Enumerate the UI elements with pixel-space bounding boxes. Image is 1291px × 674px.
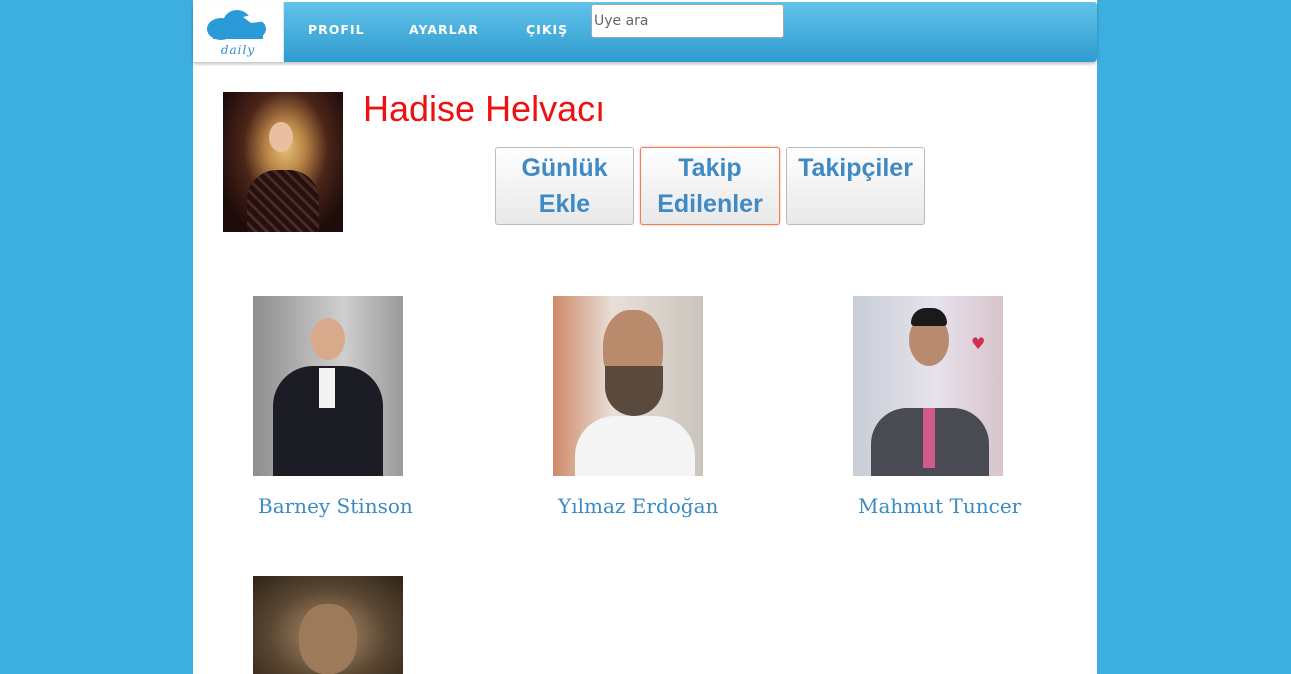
following-photo[interactable]	[553, 296, 703, 476]
logo[interactable]: daily	[193, 2, 284, 62]
following-name[interactable]: Yılmaz Erdoğan	[558, 494, 718, 518]
following-name[interactable]: Mahmut Tuncer	[858, 494, 1021, 518]
member-search-input[interactable]	[591, 4, 784, 38]
nav-logout-link[interactable]: ÇIKIŞ	[526, 22, 568, 37]
profile-name: Hadise Helvacı	[363, 88, 606, 129]
add-diary-button[interactable]: Günlük Ekle	[495, 147, 634, 225]
following-photo[interactable]	[253, 296, 403, 476]
followers-button[interactable]: Takipçiler	[786, 147, 925, 225]
navbar: daily PROFIL AYARLAR ÇIKIŞ	[193, 2, 1097, 62]
logo-text: daily	[220, 43, 256, 57]
following-photo[interactable]	[253, 576, 403, 674]
profile-avatar	[223, 92, 343, 232]
nav-settings-link[interactable]: AYARLAR	[409, 22, 479, 37]
following-photo[interactable]: ♥	[853, 296, 1003, 476]
following-name[interactable]: Barney Stinson	[258, 494, 413, 518]
following-button[interactable]: Takip Edilenler	[640, 147, 780, 225]
cloud-logo-icon	[207, 10, 267, 40]
nav-profile-link[interactable]: PROFIL	[308, 22, 365, 37]
heart-icon: ♥	[971, 334, 986, 353]
